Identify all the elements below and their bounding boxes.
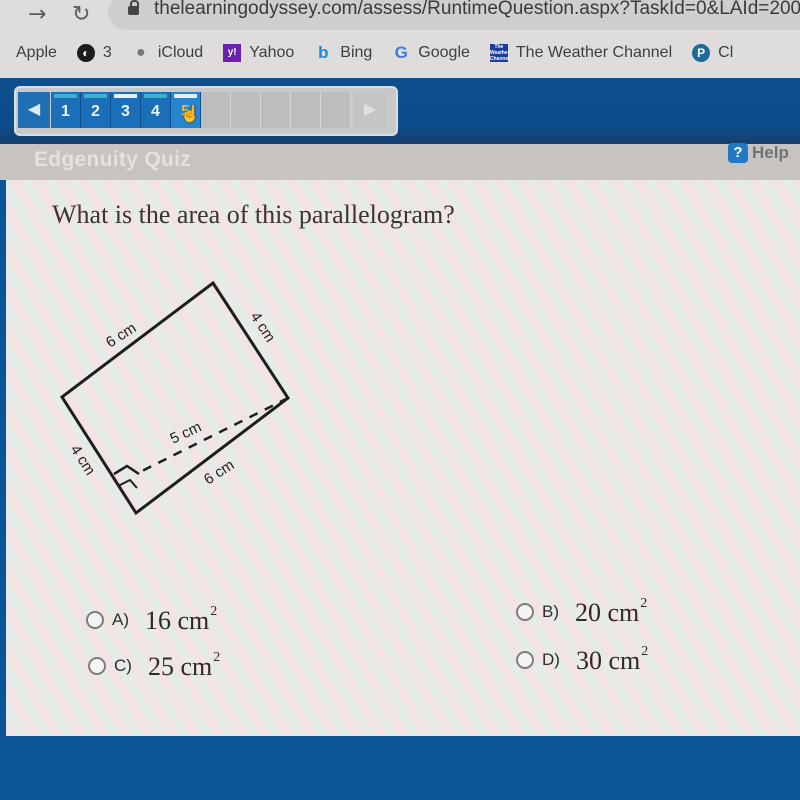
choice-d[interactable]: D) 30 cm2 <box>516 644 648 676</box>
height-dashed-line <box>139 396 289 474</box>
radio-button[interactable] <box>86 611 104 629</box>
choice-value: 20 cm2 <box>575 596 648 627</box>
right-angle-marker <box>113 464 140 476</box>
choice-letter: C) <box>114 656 132 675</box>
choice-value: 30 cm2 <box>575 644 649 675</box>
label-top-side: 6 cm <box>103 319 140 351</box>
radio-button[interactable] <box>88 657 106 675</box>
radio-button[interactable] <box>516 651 534 669</box>
choice-value: 16 cm2 <box>145 604 218 635</box>
choice-b[interactable]: B) 20 cm2 <box>516 596 647 628</box>
choice-letter: A) <box>112 610 129 629</box>
choice-c[interactable]: C) 25 cm2 <box>88 650 220 682</box>
radio-button[interactable] <box>516 603 534 621</box>
choice-letter: D) <box>542 650 560 669</box>
label-height: 5 cm <box>168 418 205 447</box>
choice-letter: B) <box>542 602 559 621</box>
choice-value: 25 cm2 <box>147 650 221 681</box>
choice-a[interactable]: A) 16 cm2 <box>86 604 217 636</box>
